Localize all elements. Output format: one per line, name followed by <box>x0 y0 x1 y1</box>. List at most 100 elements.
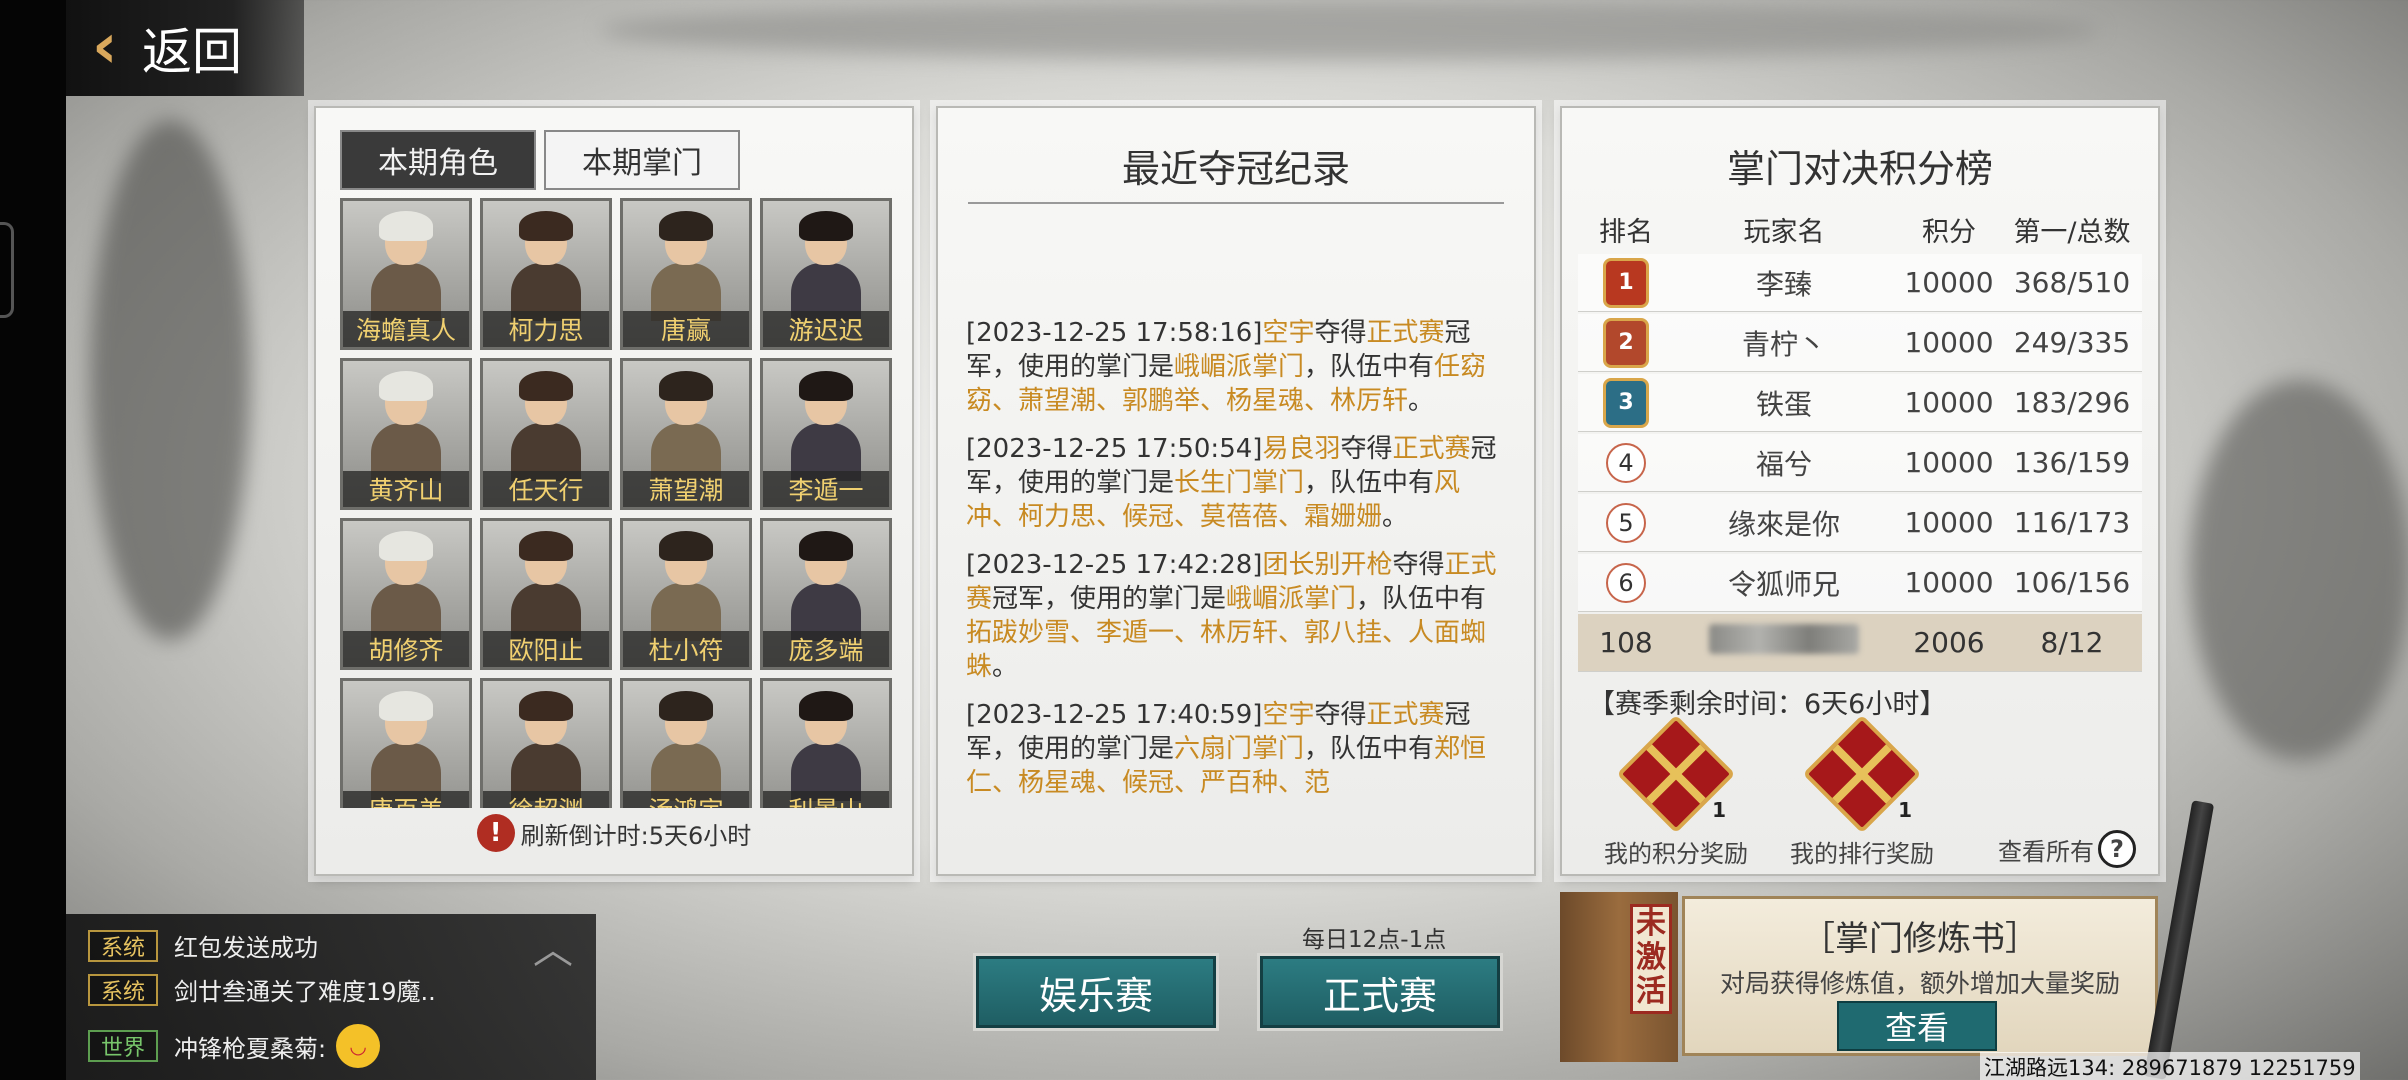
leaderboard-row[interactable]: 1 李臻 10000 368/510 <box>1578 254 2142 312</box>
refresh-countdown: ! 刷新倒计时: 5天6小时 <box>316 814 912 852</box>
leaderboard-row[interactable]: 5 缘來是你 10000 116/173 <box>1578 494 2142 552</box>
title-divider <box>968 202 1504 204</box>
roster-panel: 本期角色 本期掌门 海蟾真人 柯力思 唐赢 游迟迟 黄齐山 任天行 萧望潮 李遁… <box>314 106 914 876</box>
character-portrait <box>791 691 861 801</box>
tab-current-characters[interactable]: 本期角色 <box>340 130 536 190</box>
character-card[interactable]: 胡修齐 <box>340 518 472 670</box>
character-card[interactable]: 利景山 <box>760 678 892 808</box>
tab-current-sect-leaders[interactable]: 本期掌门 <box>544 130 740 190</box>
help-icon[interactable]: ? <box>2098 830 2136 868</box>
character-card[interactable]: 杜小符 <box>620 518 752 670</box>
record-entry: [2023-12-25 17:50:54]易良羽夺得正式赛冠军，使用的掌门是长生… <box>966 434 1497 532</box>
header-ratio: 第一/总数 <box>2013 216 2131 248</box>
header-rank: 排名 <box>1599 216 1653 248</box>
character-portrait <box>791 211 861 321</box>
character-card[interactable]: 欧阳止 <box>480 518 612 670</box>
reward-count: 1 <box>1712 798 1726 822</box>
record-entry: [2023-12-25 17:42:28]团长别开枪夺得正式赛冠军，使用的掌门是… <box>966 550 1497 682</box>
player-ratio: 249/335 <box>2013 326 2131 359</box>
character-card[interactable]: 柯力思 <box>480 198 612 350</box>
emoji-icon: ◡ <box>336 1024 381 1068</box>
rank-circle: 5 <box>1606 502 1646 543</box>
character-name: 任天行 <box>483 471 609 507</box>
my-ratio: 8/12 <box>2040 626 2104 659</box>
player-name: 缘來是你 <box>1727 507 1840 541</box>
character-name: 唐百美 <box>343 791 469 808</box>
character-card[interactable]: 李遁一 <box>760 358 892 510</box>
character-name: 胡修齐 <box>343 631 469 667</box>
chat-line: 系统 红包发送成功 <box>88 928 318 963</box>
chat-box[interactable]: 系统 红包发送成功 系统 剑廿叁通关了难度19魔.. 世界 冲锋枪夏桑菊: ◡ … <box>66 914 596 1080</box>
character-card[interactable]: 萧望潮 <box>620 358 752 510</box>
ink-cloud-top <box>600 0 2100 60</box>
leaderboard-row[interactable]: 3 铁蛋 10000 183/296 <box>1578 374 2142 432</box>
character-card[interactable]: 庞多端 <box>760 518 892 670</box>
header-score: 积分 <box>1922 216 1976 248</box>
character-portrait <box>511 371 581 481</box>
rank-circle: 6 <box>1606 562 1646 603</box>
leaderboard-row[interactable]: 4 福兮 10000 136/159 <box>1578 434 2142 492</box>
character-card[interactable]: 游迟迟 <box>760 198 892 350</box>
leaderboard-row[interactable]: 6 令狐师兄 10000 106/156 <box>1578 554 2142 612</box>
leaderboard-title: 掌门对决积分榜 <box>1726 147 1993 191</box>
back-button[interactable]: ‹ 返回 <box>66 0 304 96</box>
character-card[interactable]: 徐超渊 <box>480 678 612 808</box>
character-portrait <box>371 531 441 641</box>
refresh-label: 刷新倒计时: <box>520 821 649 850</box>
character-name: 汤鸿宇 <box>623 791 749 808</box>
view-book-button[interactable]: 查看 <box>1837 1001 1997 1051</box>
chat-line: 系统 剑廿叁通关了难度19魔.. <box>88 972 436 1007</box>
inactive-stamp: 未激活 <box>1630 904 1672 1014</box>
leaderboard-panel: 掌门对决积分榜 排名 玩家名 积分 第一/总数 1 李臻 10000 368/5… <box>1560 106 2160 876</box>
ink-bamboo-left <box>90 120 250 640</box>
player-score: 10000 <box>1904 266 1994 299</box>
player-ratio: 116/173 <box>2013 506 2131 539</box>
channel-badge-system: 系统 <box>88 973 158 1006</box>
channel-badge-system: 系统 <box>88 929 158 962</box>
character-name: 萧望潮 <box>623 471 749 507</box>
character-name: 柯力思 <box>483 311 609 347</box>
reward-label: 我的积分奖励 <box>1604 840 1748 868</box>
character-card[interactable]: 唐赢 <box>620 198 752 350</box>
character-name: 李遁一 <box>763 471 889 507</box>
chevron-left-icon: ‹ <box>92 9 118 82</box>
official-match-button[interactable]: 正式赛 <box>1260 956 1500 1028</box>
roster-tabs: 本期角色 本期掌门 <box>340 130 740 190</box>
screen-edge <box>0 0 66 1080</box>
rank-medal-icon: 3 <box>1603 377 1649 428</box>
character-card[interactable]: 汤鸿宇 <box>620 678 752 808</box>
score-reward-button[interactable]: 1 我的积分奖励 <box>1586 714 1766 869</box>
rank-reward-button[interactable]: 1 我的排行奖励 <box>1772 714 1952 869</box>
casual-match-button[interactable]: 娱乐赛 <box>976 956 1216 1028</box>
chevron-up-icon[interactable]: ︿ <box>528 930 578 970</box>
character-name: 杜小符 <box>623 631 749 667</box>
player-name: 李臻 <box>1755 267 1812 301</box>
my-rank-row[interactable]: 108 2006 8/12 <box>1578 614 2142 672</box>
character-portrait <box>651 531 721 641</box>
player-name: 令狐师兄 <box>1727 567 1840 601</box>
character-card[interactable]: 唐百美 <box>340 678 472 808</box>
player-ratio: 183/296 <box>2013 386 2131 419</box>
leaderboard-row[interactable]: 2 青柠丶 10000 249/335 <box>1578 314 2142 372</box>
records-list[interactable]: [2023-12-25 17:58:16]空宇夺得正式赛冠军，使用的掌门是峨嵋派… <box>966 316 1506 846</box>
character-portrait <box>511 211 581 321</box>
character-portrait <box>511 531 581 641</box>
player-score: 10000 <box>1904 506 1994 539</box>
character-name: 唐赢 <box>623 311 749 347</box>
character-card[interactable]: 黄齐山 <box>340 358 472 510</box>
character-card[interactable]: 海蟾真人 <box>340 198 472 350</box>
character-portrait <box>651 691 721 801</box>
view-all-label: 查看所有 <box>1998 837 2094 866</box>
player-ratio: 368/510 <box>2013 266 2131 299</box>
character-name: 利景山 <box>763 791 889 808</box>
view-all-button[interactable]: 查看所有 ? <box>1998 830 2136 868</box>
rank-circle: 4 <box>1606 442 1646 483</box>
header-player: 玩家名 <box>1743 216 1825 248</box>
character-portrait <box>651 211 721 321</box>
player-id-footer: 江湖路远134: 289671879 12251759 <box>1980 1052 2360 1080</box>
character-card[interactable]: 任天行 <box>480 358 612 510</box>
my-rank: 108 <box>1599 626 1653 659</box>
edge-notch <box>0 222 14 318</box>
player-name: 青柠丶 <box>1741 327 1826 361</box>
character-portrait <box>651 371 721 481</box>
